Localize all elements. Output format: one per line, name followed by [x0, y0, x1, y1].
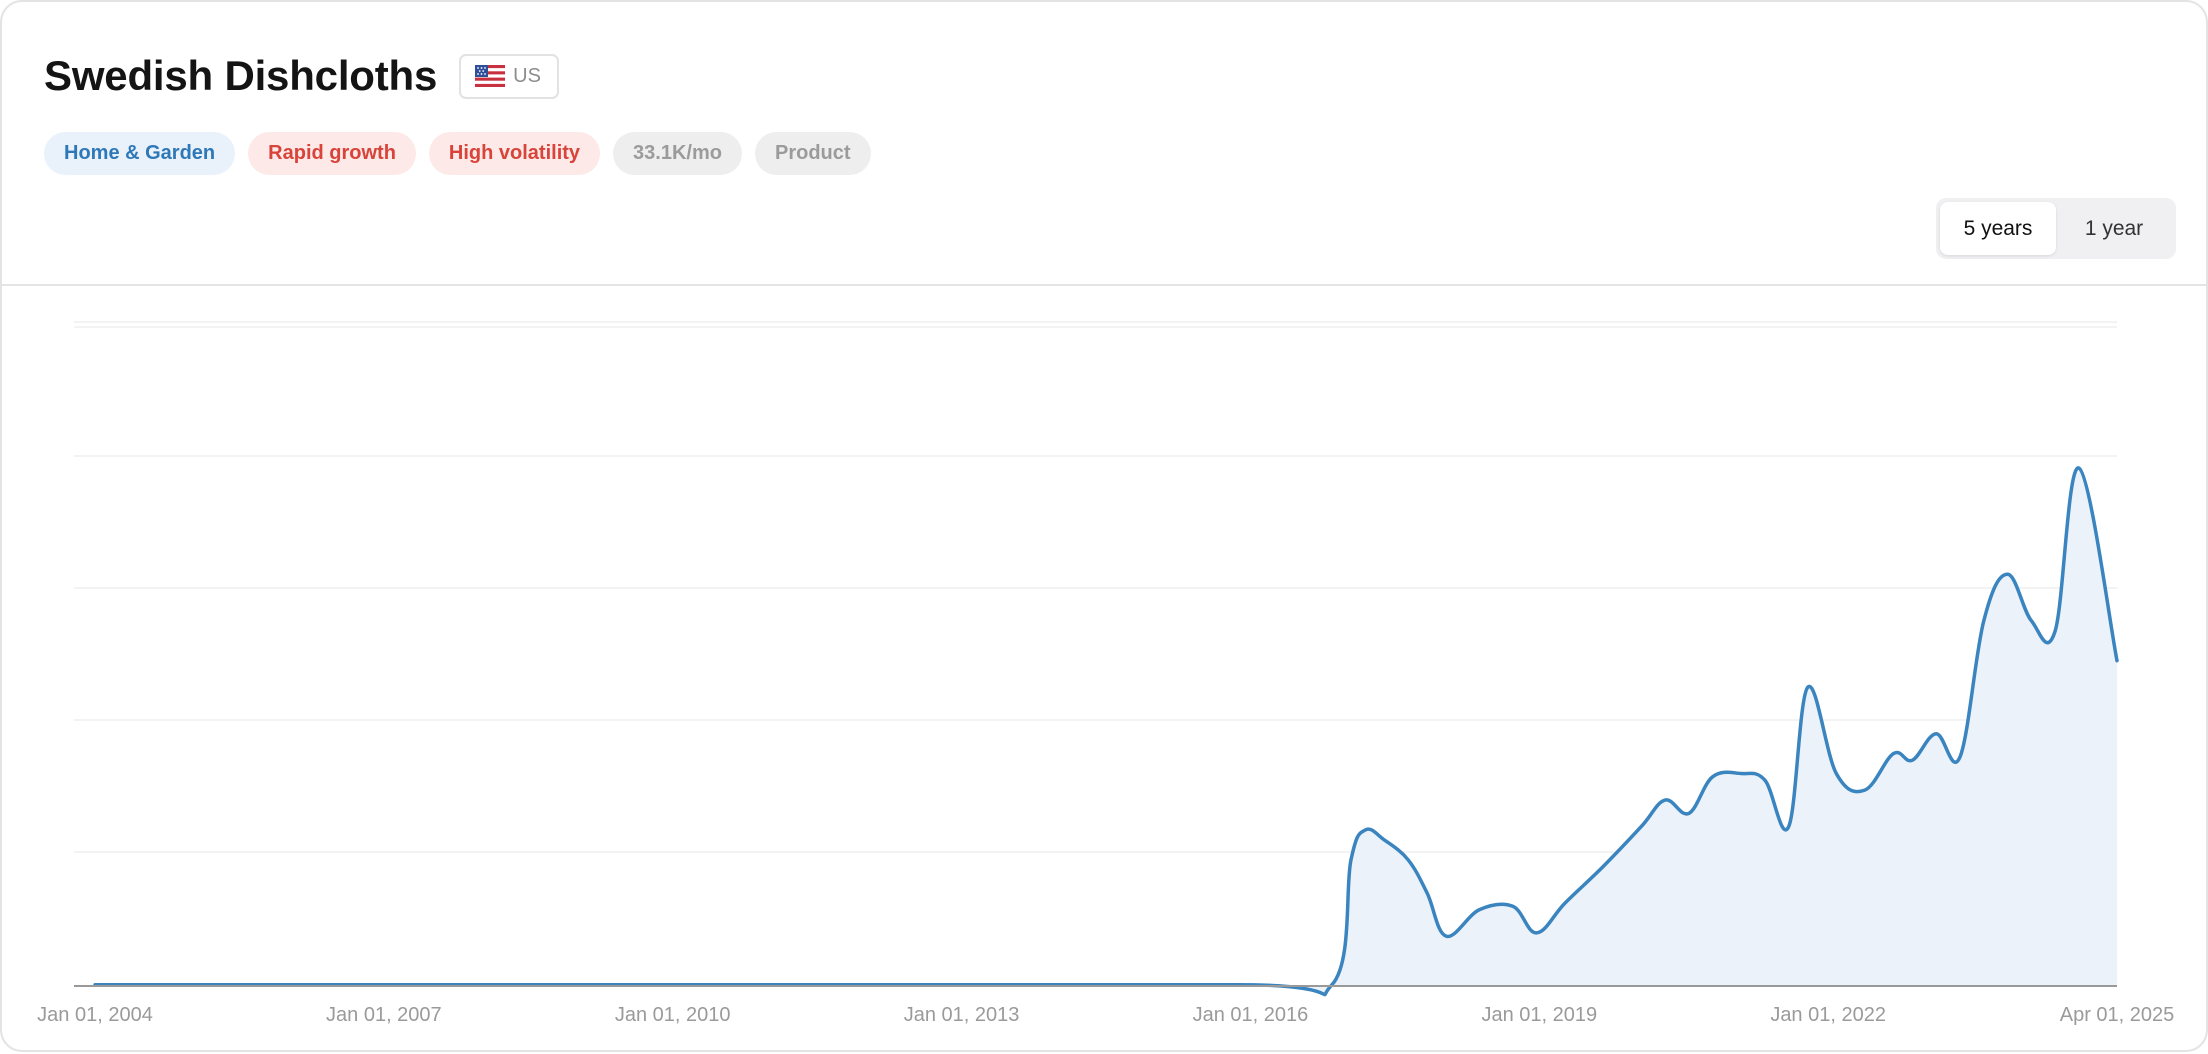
x-tick-label: Jan 01, 2007 [326, 1004, 442, 1026]
growth-tag: Rapid growth [248, 132, 416, 175]
x-tick-label: Jan 01, 2010 [615, 1004, 731, 1026]
title-row: Swedish Dishcloths US [44, 52, 559, 100]
x-tick-label: Jan 01, 2016 [1193, 1004, 1309, 1026]
volatility-tag: High volatility [428, 132, 601, 175]
page-title: Swedish Dishcloths [44, 52, 438, 99]
region-badge: US [459, 53, 559, 99]
tag-list: Home & Garden Rapid growth High volatili… [44, 132, 871, 175]
x-tick-label: Apr 01, 2025 [2060, 1004, 2175, 1026]
trend-chart: Jan 01, 2004 Jan 01, 2007 Jan 01, 2010 Jan … [37, 321, 2174, 1026]
search-volume-tag: 33.1K/mo [613, 132, 742, 175]
region-code: US [513, 64, 541, 87]
type-tag: Product [754, 132, 871, 175]
trend-area [95, 467, 2117, 995]
range-toggle: 5 years 1 year [1936, 198, 2176, 259]
range-1-year-button[interactable]: 1 year [2056, 202, 2172, 255]
x-tick-label: Jan 01, 2022 [1770, 1004, 1886, 1026]
category-tag[interactable]: Home & Garden [44, 132, 236, 175]
us-flag-icon [475, 65, 506, 87]
x-axis-ticks: Jan 01, 2004 Jan 01, 2007 Jan 01, 2010 Jan … [37, 1004, 2174, 1026]
x-tick-label: Jan 01, 2004 [37, 1004, 153, 1026]
trend-card: Swedish Dishcloths US Home & Garden Rapi… [0, 0, 2208, 1052]
card-header: Swedish Dishcloths US Home & Garden Rapi… [2, 2, 2206, 285]
x-tick-label: Jan 01, 2019 [1481, 1004, 1597, 1026]
range-5-years-button[interactable]: 5 years [1940, 202, 2056, 255]
x-tick-label: Jan 01, 2013 [904, 1004, 1020, 1026]
